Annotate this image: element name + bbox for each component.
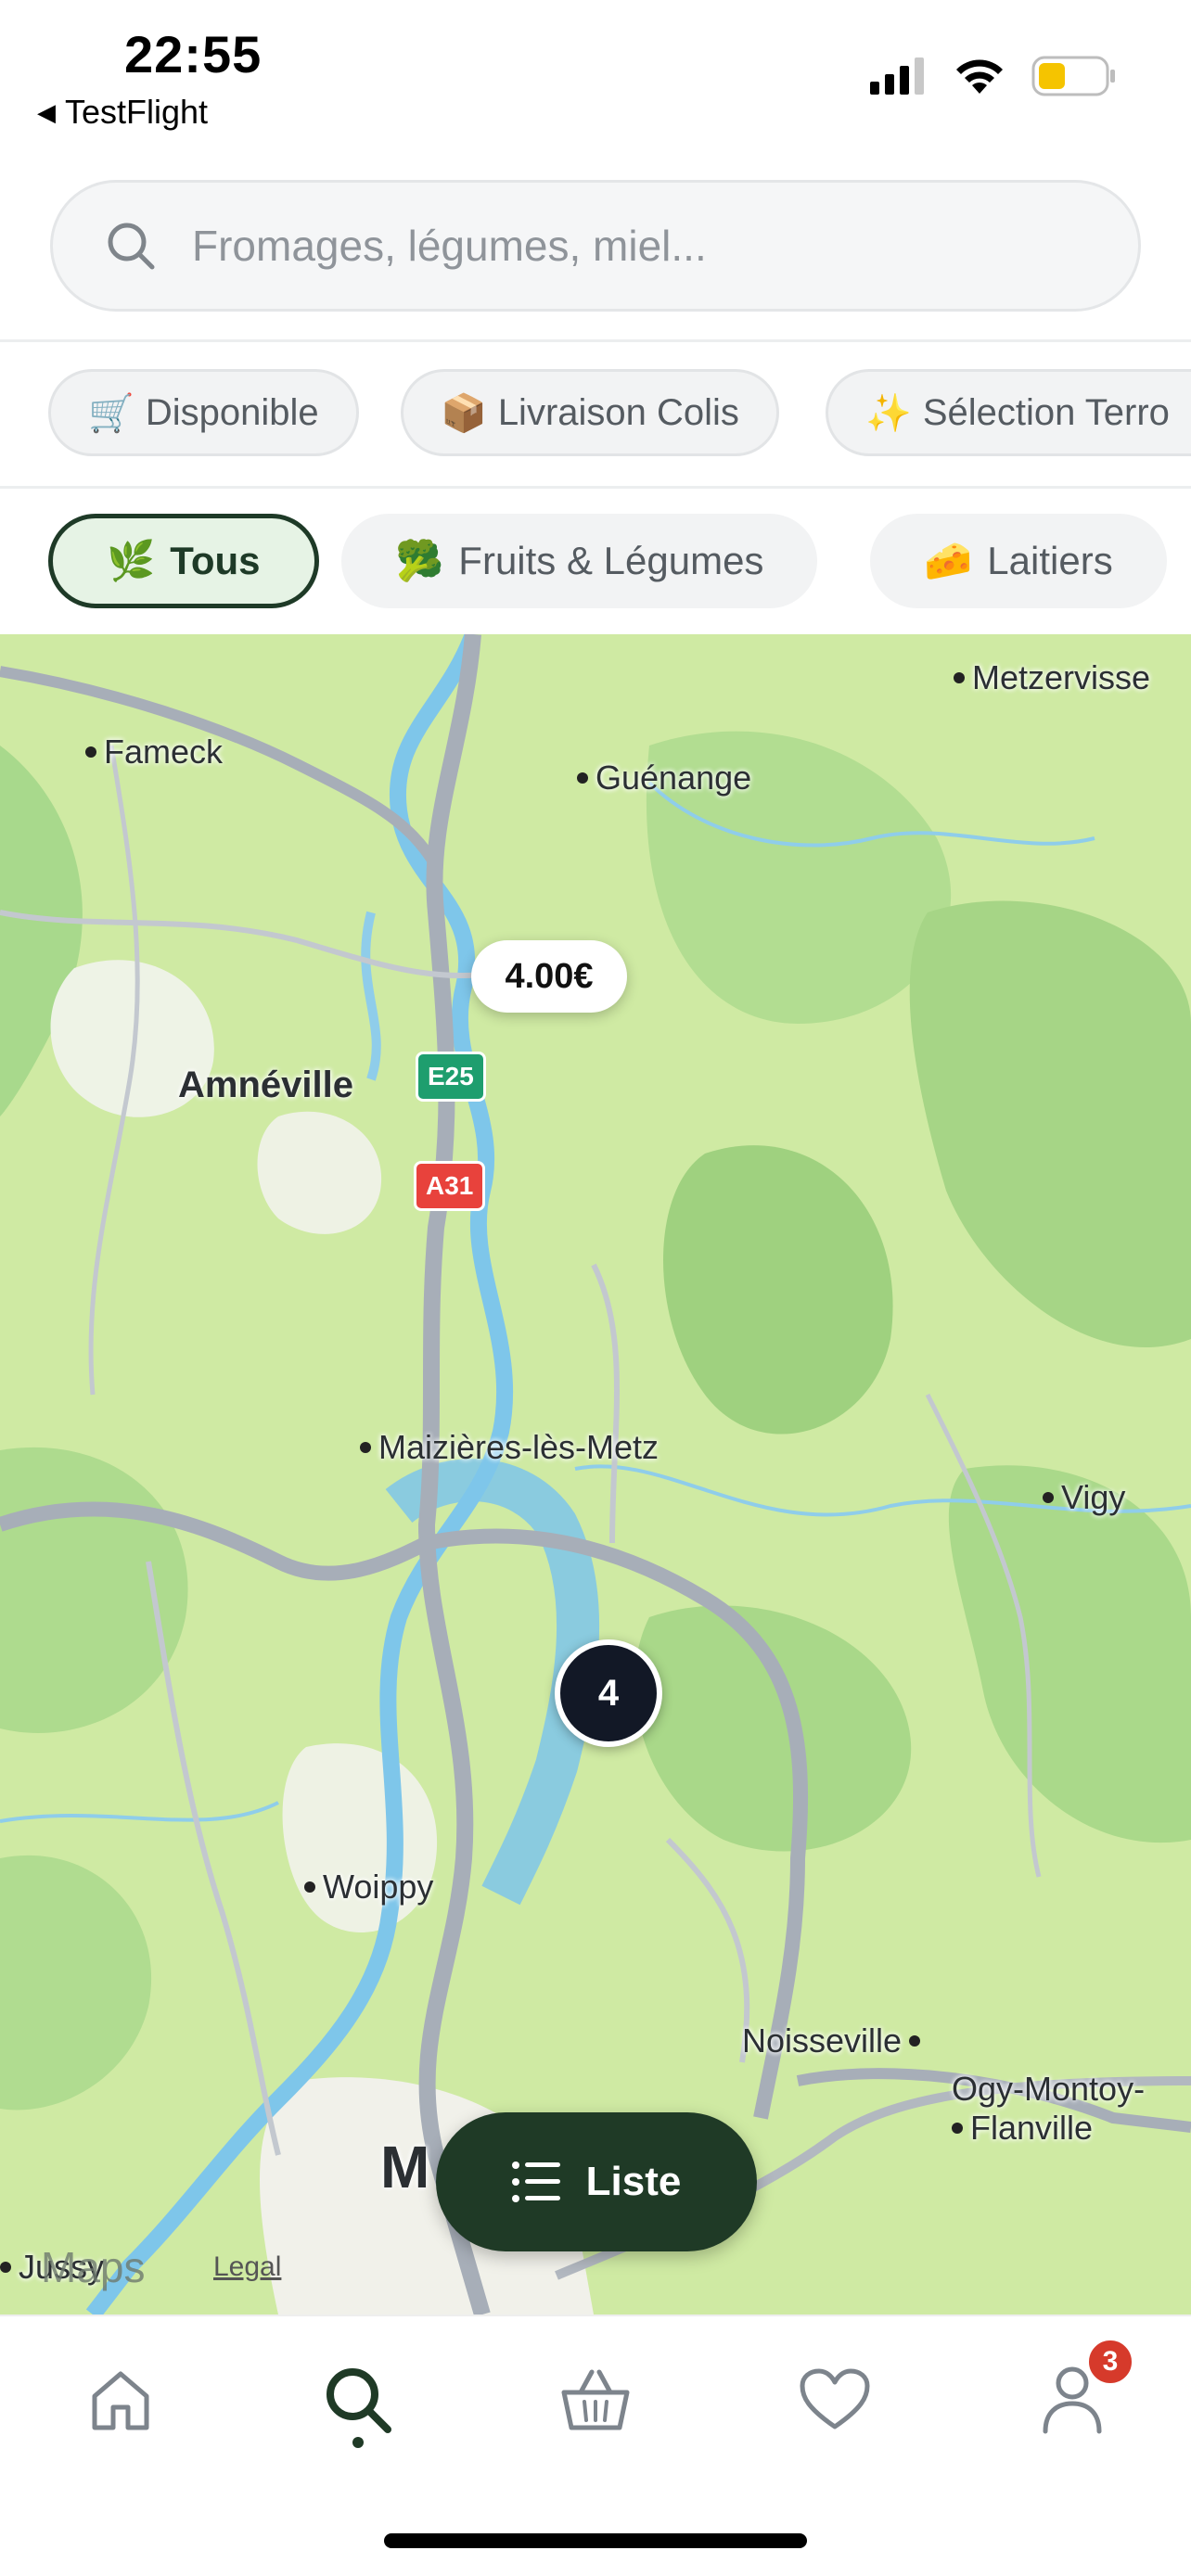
back-triangle-icon: ◀ (37, 97, 56, 126)
broccoli-icon: 🥦 (395, 538, 444, 582)
map-background (0, 634, 1191, 2315)
map-view[interactable]: Metzervisse Fameck Guénange Amnéville Ma… (0, 634, 1191, 2315)
maps-attribution: Maps (41, 2243, 146, 2291)
battery-icon (1031, 56, 1115, 96)
cart-icon: 🛒 (88, 392, 134, 434)
list-view-label: Liste (585, 2159, 682, 2204)
category-label: Fruits & Légumes (458, 539, 764, 582)
profile-notification-badge: 3 (1085, 2337, 1135, 2387)
filter-chip-disponible[interactable]: 🛒 Disponible (48, 369, 359, 456)
legal-link[interactable]: Legal (213, 2251, 281, 2283)
category-laitiers[interactable]: 🧀 Laitiers (870, 514, 1167, 608)
category-fruits-legumes[interactable]: 🥦 Fruits & Légumes (341, 514, 818, 608)
wifi-icon (956, 59, 1003, 94)
heart-icon (800, 2368, 870, 2429)
list-icon (511, 2162, 560, 2202)
map-place-maizieres: Maizières-lès-Metz (360, 1428, 659, 1467)
status-icons (870, 56, 1117, 96)
tab-basket[interactable] (549, 2353, 642, 2446)
map-place-metz: M (380, 2134, 430, 2200)
home-indicator (384, 2533, 807, 2548)
map-place-ogy-montoy-flanville: Ogy-Montoy- Flanville (952, 2070, 1146, 2147)
divider (0, 486, 1191, 489)
active-tab-indicator (352, 2437, 364, 2448)
map-place-guenange: Guénange (577, 759, 751, 797)
sparkles-icon: ✨ (865, 392, 912, 434)
category-tous[interactable]: 🌿 Tous (48, 514, 319, 608)
tab-search[interactable] (312, 2353, 404, 2446)
road-shield-e25: E25 (416, 1052, 486, 1102)
search-input[interactable] (192, 221, 1027, 271)
filter-chip-selection-terroir[interactable]: ✨ Sélection Terro (826, 369, 1191, 456)
filter-chip-label: Sélection Terro (922, 391, 1170, 433)
search-icon (327, 2368, 391, 2433)
map-place-amneville: Amnéville (178, 1065, 353, 1105)
filter-chip-livraison-colis[interactable]: 📦 Livraison Colis (401, 369, 779, 456)
map-place-fameck: Fameck (85, 733, 223, 772)
cheese-icon: 🧀 (924, 538, 973, 582)
price-pin[interactable]: 4.00€ (471, 940, 627, 1013)
tab-favorites[interactable] (788, 2353, 881, 2446)
herb-icon: 🌿 (107, 538, 156, 582)
road-shield-a31: A31 (414, 1161, 486, 1211)
map-place-woippy: Woippy (304, 1868, 433, 1906)
search-icon (108, 223, 155, 270)
map-place-noisseville: Noisseville (742, 2021, 921, 2060)
filter-chip-row: 🛒 Disponible 📦 Livraison Colis ✨ Sélecti… (0, 367, 1191, 460)
map-cluster-marker[interactable]: 4 (555, 1639, 662, 1747)
category-chip-row: 🌿 Tous 🥦 Fruits & Légumes 🧀 Laitiers (0, 512, 1191, 614)
filter-chip-label: Livraison Colis (497, 391, 739, 433)
map-place-metzervisse: Metzervisse (954, 658, 1150, 697)
search-bar[interactable] (50, 180, 1141, 312)
status-time: 22:55 (124, 25, 263, 83)
status-bar: 22:55 ◀ TestFlight (0, 0, 1191, 148)
back-to-app-link[interactable]: ◀ TestFlight (37, 93, 208, 132)
package-icon: 📦 (441, 392, 487, 434)
tab-home[interactable] (74, 2353, 167, 2446)
home-icon (92, 2371, 149, 2430)
list-view-button[interactable]: Liste (436, 2112, 757, 2251)
divider (0, 339, 1191, 342)
filter-chip-label: Disponible (145, 391, 319, 433)
category-label: Laitiers (987, 539, 1113, 582)
basket-icon (561, 2369, 630, 2430)
tab-bar: 3 (0, 2315, 1191, 2576)
map-place-vigy: Vigy (1043, 1478, 1125, 1517)
back-app-label: TestFlight (65, 93, 209, 131)
cellular-signal-icon (870, 57, 924, 95)
category-label: Tous (170, 539, 261, 582)
